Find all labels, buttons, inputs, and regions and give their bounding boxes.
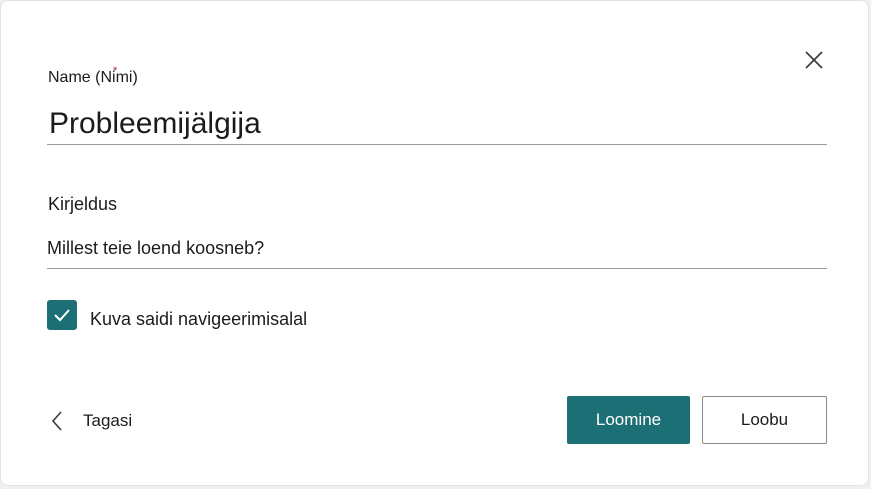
- name-field-label: Name (Nimi): [48, 69, 138, 86]
- close-icon: [805, 51, 823, 69]
- back-button[interactable]: Tagasi: [47, 405, 132, 437]
- description-field-label: Kirjeldus: [48, 194, 118, 214]
- cancel-button[interactable]: Loobu: [702, 396, 827, 444]
- required-indicator: *: [113, 65, 118, 77]
- back-label: Tagasi: [83, 411, 133, 430]
- create-list-dialog: Name (Nimi) * Kirjeldus Kuva saidi navig…: [0, 0, 869, 486]
- name-input[interactable]: [47, 105, 827, 145]
- create-button[interactable]: Loomine: [567, 396, 690, 444]
- close-button[interactable]: [801, 47, 827, 73]
- checkmark-icon: [54, 309, 70, 322]
- show-in-navigation-checkbox[interactable]: [47, 300, 77, 330]
- chevron-left-icon: [47, 409, 67, 433]
- show-in-navigation-label[interactable]: Kuva saidi navigeerimisalal: [90, 309, 307, 330]
- description-input[interactable]: [47, 235, 827, 269]
